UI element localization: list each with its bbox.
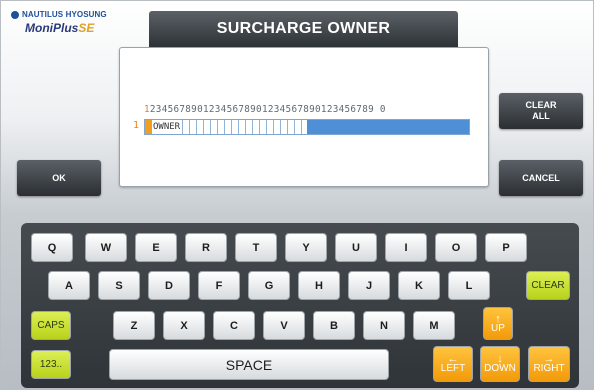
- product-suffix: SE: [78, 21, 95, 35]
- clear-key[interactable]: CLEAR: [526, 271, 570, 300]
- column-ruler: 123456789012345678901234567890123456789 …: [144, 104, 386, 115]
- key-e[interactable]: E: [135, 233, 177, 262]
- product-name: MoniPlus: [25, 21, 79, 35]
- down-key[interactable]: ↓ DOWN: [480, 346, 520, 382]
- up-key[interactable]: ↑ UP: [483, 307, 513, 340]
- key-o[interactable]: O: [435, 233, 477, 262]
- left-key[interactable]: ← LEFT: [433, 346, 473, 382]
- caps-key[interactable]: CAPS: [31, 311, 71, 340]
- key-r[interactable]: R: [185, 233, 227, 262]
- brand-logo: NAUTILUS HYOSUNG: [11, 10, 107, 19]
- key-d[interactable]: D: [148, 271, 190, 300]
- key-p[interactable]: P: [485, 233, 527, 262]
- right-key[interactable]: → RIGHT: [528, 346, 570, 382]
- key-h[interactable]: H: [298, 271, 340, 300]
- cancel-button[interactable]: CANCEL: [499, 160, 583, 196]
- key-c[interactable]: C: [213, 311, 255, 340]
- key-k[interactable]: K: [398, 271, 440, 300]
- text-cursor: [145, 120, 152, 134]
- numbers-key[interactable]: 123..: [31, 350, 71, 379]
- key-y[interactable]: Y: [285, 233, 327, 262]
- input-value: OWNER: [153, 122, 181, 132]
- line-number: 1: [133, 120, 140, 131]
- atm-screen: NAUTILUS HYOSUNG MoniPlusSE SURCHARGE OW…: [0, 0, 594, 390]
- ruler-digits: 23456789012345678901234567890123456789 0: [149, 104, 386, 115]
- input-char-cells: [182, 120, 307, 134]
- key-s[interactable]: S: [98, 271, 140, 300]
- key-q[interactable]: Q: [31, 233, 73, 262]
- page-title: SURCHARGE OWNER: [149, 11, 458, 47]
- key-x[interactable]: X: [163, 311, 205, 340]
- key-t[interactable]: T: [235, 233, 277, 262]
- on-screen-keyboard: Q W E R T Y U I O P A S D F G H J K L CL…: [21, 223, 579, 388]
- up-key-label: UP: [491, 322, 505, 334]
- clear-all-button[interactable]: CLEAR ALL: [499, 93, 583, 129]
- product-logo: MoniPlusSE: [25, 21, 107, 35]
- brand-mark-icon: [11, 10, 19, 19]
- key-v[interactable]: V: [263, 311, 305, 340]
- down-key-label: DOWN: [484, 363, 516, 374]
- key-b[interactable]: B: [313, 311, 355, 340]
- ok-button[interactable]: OK: [17, 160, 101, 196]
- key-u[interactable]: U: [335, 233, 377, 262]
- logo: NAUTILUS HYOSUNG MoniPlusSE: [11, 10, 107, 35]
- key-l[interactable]: L: [448, 271, 490, 300]
- key-f[interactable]: F: [198, 271, 240, 300]
- clear-all-label-1: CLEAR: [525, 100, 557, 110]
- left-key-label: LEFT: [440, 363, 466, 374]
- key-w[interactable]: W: [85, 233, 127, 262]
- key-n[interactable]: N: [363, 311, 405, 340]
- key-j[interactable]: J: [348, 271, 390, 300]
- right-key-label: RIGHT: [533, 363, 565, 374]
- editor-panel: 1 23456789012345678901234567890123456789 …: [119, 47, 489, 187]
- key-a[interactable]: A: [48, 271, 90, 300]
- key-g[interactable]: G: [248, 271, 290, 300]
- input-unused-area: [307, 120, 469, 134]
- brand-name: NAUTILUS HYOSUNG: [22, 10, 107, 19]
- key-z[interactable]: Z: [113, 311, 155, 340]
- key-m[interactable]: M: [413, 311, 455, 340]
- owner-input[interactable]: OWNER: [144, 119, 470, 135]
- arrow-up-icon: ↑: [495, 312, 501, 325]
- space-key[interactable]: SPACE: [109, 349, 389, 380]
- clear-all-label-2: ALL: [532, 111, 550, 121]
- key-i[interactable]: I: [385, 233, 427, 262]
